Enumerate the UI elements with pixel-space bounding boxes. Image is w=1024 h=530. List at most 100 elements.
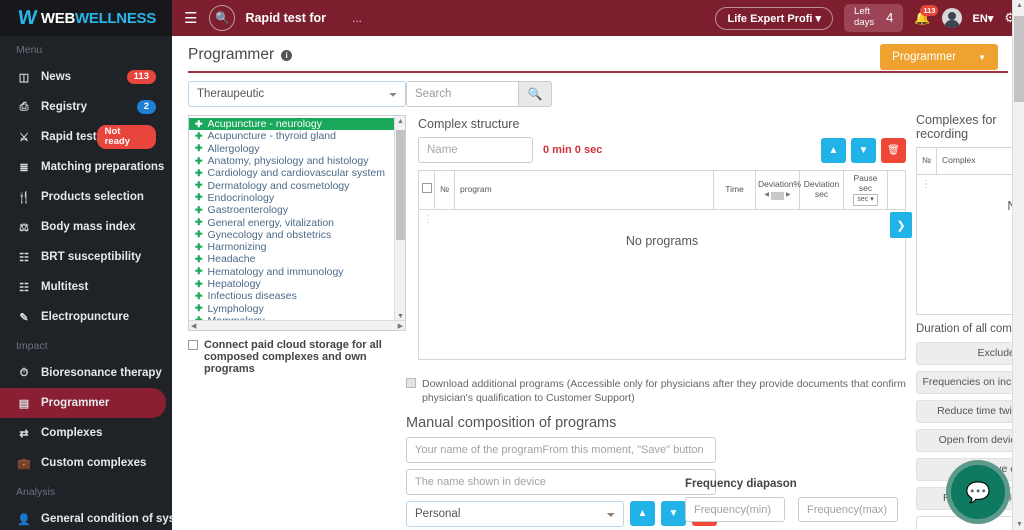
sidebar-item-label: Complexes bbox=[41, 427, 103, 439]
scroll-down-icon[interactable]: ▼ bbox=[1016, 521, 1023, 528]
plan-dropdown[interactable]: Life Expert Profi ▾ bbox=[715, 6, 834, 30]
scrollbar-thumb[interactable] bbox=[396, 130, 405, 240]
sidebar-item-rapid-test[interactable]: ⚔ Rapid test Not ready bbox=[0, 122, 166, 152]
tree-item[interactable]: ✚ Gynecology and obstetrics bbox=[189, 229, 405, 241]
tree-item[interactable]: ✚ Hepatology bbox=[189, 278, 405, 290]
transfer-right-button[interactable]: ❯ bbox=[890, 212, 912, 238]
sidebar-item-label: Bioresonance therapy bbox=[41, 367, 162, 379]
program-name-input[interactable] bbox=[406, 436, 716, 463]
download-programs-checkbox bbox=[406, 377, 416, 388]
news-badge: 113 bbox=[126, 69, 156, 85]
open-from-device-button[interactable]: Open from device bbox=[916, 428, 1024, 452]
avatar[interactable] bbox=[941, 8, 962, 28]
sidebar-item-registry[interactable]: ⎙ Registry 2 bbox=[0, 92, 166, 122]
tree-item[interactable]: ✚ Harmonizing bbox=[189, 241, 405, 253]
tree-item[interactable]: ✚ Lymphology bbox=[189, 302, 405, 315]
manual-category-select[interactable]: Personal bbox=[406, 500, 624, 527]
sidebar-item-general-condition[interactable]: 👤 General condition of systems bbox=[0, 504, 172, 530]
select-all-header[interactable] bbox=[418, 170, 435, 210]
tree-item[interactable]: ✚ Hematology and immunology bbox=[189, 266, 405, 278]
page-scrollbar[interactable]: ▲ ▼ bbox=[1012, 0, 1024, 530]
search-icon[interactable]: 🔍 bbox=[209, 5, 236, 31]
delete-button[interactable]: 🗑 bbox=[881, 137, 906, 163]
move-down-button[interactable]: ▼ bbox=[851, 137, 876, 163]
complexes-recording-header: Complexes for recording ☁ ✎ ▲ ▼ 🗑 bbox=[916, 113, 1024, 141]
frequencies-increase-button[interactable]: Frequencies on increase bbox=[916, 370, 1024, 394]
stepper-right-icon[interactable]: ▶ bbox=[786, 192, 791, 199]
sidebar-item-matching-preparations[interactable]: ≣ Matching preparations bbox=[0, 152, 166, 182]
scroll-up-icon[interactable]: ▲ bbox=[1016, 2, 1023, 9]
sidebar-item-custom-complexes[interactable]: 💼 Custom complexes bbox=[0, 448, 166, 478]
plus-icon: ✚ bbox=[195, 155, 203, 166]
sidebar-item-complexes[interactable]: ⇄ Complexes bbox=[0, 418, 166, 448]
hamburger-icon[interactable]: ☰ bbox=[184, 9, 197, 27]
tree-item-label: Headache bbox=[207, 253, 256, 266]
complex-name-input[interactable] bbox=[418, 137, 533, 163]
search-button[interactable]: 🔍 bbox=[518, 81, 552, 107]
scroll-up-icon[interactable]: ▲ bbox=[397, 118, 404, 125]
tree-item-label: Lymphology bbox=[207, 302, 264, 315]
cloud-storage-checkbox-row[interactable]: Connect paid cloud storage for all compo… bbox=[188, 339, 406, 375]
chat-icon[interactable]: 💬 bbox=[946, 460, 1010, 524]
reduce-time-twice-button[interactable]: Reduce time twice bbox=[916, 399, 1024, 423]
manual-move-up-button[interactable]: ▲ bbox=[630, 501, 655, 527]
select-all-checkbox[interactable] bbox=[421, 183, 432, 194]
plus-icon: ✚ bbox=[195, 180, 203, 191]
tree-vertical-scrollbar[interactable]: ▲ ▼ bbox=[394, 116, 405, 322]
row-grip-icon: ⋮ bbox=[423, 213, 433, 225]
tree-item[interactable]: ✚ Endocrinology bbox=[189, 192, 405, 204]
tree-item[interactable]: ✚ Acupuncture - neurology bbox=[189, 118, 405, 131]
manual-move-down-button[interactable]: ▼ bbox=[661, 501, 686, 527]
complex-structure-column: 🔍 Complex structure 0 min 0 sec ▲ ▼ 🗑 bbox=[406, 81, 906, 530]
left-days-widget[interactable]: Left days 4 bbox=[844, 4, 904, 32]
tree-item[interactable]: ✚ Gastroenterology bbox=[189, 204, 405, 216]
tree-item[interactable]: ✚ Allergology bbox=[189, 143, 405, 155]
tree-item[interactable]: ✚ Infectious diseases bbox=[189, 290, 405, 302]
column-pause-sec: Pause sec sec ▾ bbox=[843, 170, 888, 210]
sidebar-item-programmer[interactable]: ▤ Programmer bbox=[0, 388, 166, 418]
notifications-bell[interactable]: 🔔 113 bbox=[914, 5, 939, 26]
sidebar-section-menu: Menu bbox=[16, 44, 43, 56]
brand-logo[interactable]: W WEBWELLNESS bbox=[0, 0, 172, 36]
sidebar-item-products-selection[interactable]: 🍴 Products selection bbox=[0, 182, 166, 212]
scroll-right-icon[interactable]: ▶ bbox=[398, 322, 403, 330]
stepper-left-icon[interactable]: ◀ bbox=[764, 192, 769, 199]
sidebar-item-multitest[interactable]: ☷ Multitest bbox=[0, 272, 166, 302]
search-input[interactable] bbox=[406, 81, 518, 107]
cloud-storage-checkbox[interactable] bbox=[188, 340, 198, 350]
tree-item[interactable]: ✚ Cardiology and cardiovascular system bbox=[189, 167, 405, 179]
frequency-max-input[interactable] bbox=[798, 497, 898, 522]
sidebar-item-news[interactable]: ◫ News 113 bbox=[0, 62, 166, 92]
move-up-button[interactable]: ▲ bbox=[821, 137, 846, 163]
tree-horizontal-scrollbar[interactable]: ◀ ▶ bbox=[189, 320, 405, 330]
scroll-left-icon[interactable]: ◀ bbox=[191, 322, 196, 330]
sidebar-item-brt-susceptibility[interactable]: ☷ BRT susceptibility bbox=[0, 242, 166, 272]
tree-item[interactable]: ✚ Acupuncture - thyroid gland bbox=[189, 130, 405, 142]
sidebar-item-bioresonance-therapy[interactable]: ⏱ Bioresonance therapy bbox=[0, 358, 166, 388]
sidebar-item-electropuncture[interactable]: ✎ Electropuncture bbox=[0, 302, 166, 332]
chevron-down-icon: ▾ bbox=[870, 195, 874, 203]
pause-unit-select[interactable]: sec ▾ bbox=[853, 193, 878, 206]
scroll-down-icon[interactable]: ▼ bbox=[397, 313, 404, 320]
frequency-min-input[interactable] bbox=[685, 497, 785, 522]
info-icon[interactable]: i bbox=[281, 49, 293, 61]
category-select[interactable]: Theraupeutic bbox=[188, 81, 406, 107]
exclude-recurring-button[interactable]: Exclude recurring frequencies bbox=[916, 341, 1024, 365]
tree-item[interactable]: ✚ Anatomy, physiology and histology bbox=[189, 155, 405, 167]
tree-item[interactable]: ✚ Headache bbox=[189, 253, 405, 265]
tree-item[interactable]: ✚ General energy, vitalization bbox=[189, 216, 405, 229]
top-bar: ☰ 🔍 Rapid test for ... Life Expert Profi… bbox=[172, 0, 1024, 36]
topbar-more-icon[interactable]: ... bbox=[352, 11, 362, 25]
programs-tree[interactable]: ✚ Acupuncture - neurology ✚ Acupuncture - … bbox=[188, 115, 406, 331]
sidebar-item-body-mass-index[interactable]: ⚖ Body mass index bbox=[0, 212, 166, 242]
rapid-test-icon: ⚔ bbox=[19, 131, 29, 144]
deviation-stepper[interactable]: ◀ ▶ bbox=[764, 191, 791, 200]
programmer-dropdown-button[interactable]: Programmer ▼ bbox=[880, 44, 998, 70]
page-scrollbar-thumb[interactable] bbox=[1014, 16, 1024, 102]
language-selector[interactable]: EN▾ bbox=[973, 12, 994, 25]
tree-item[interactable]: ✚ Dermatology and cosmetology bbox=[189, 179, 405, 192]
complex-structure-title: Complex structure bbox=[418, 117, 520, 131]
manual-composition-title: Manual composition of programs bbox=[406, 414, 617, 431]
device-name-input[interactable] bbox=[406, 468, 716, 495]
chart-icon: ▤ bbox=[18, 397, 30, 410]
